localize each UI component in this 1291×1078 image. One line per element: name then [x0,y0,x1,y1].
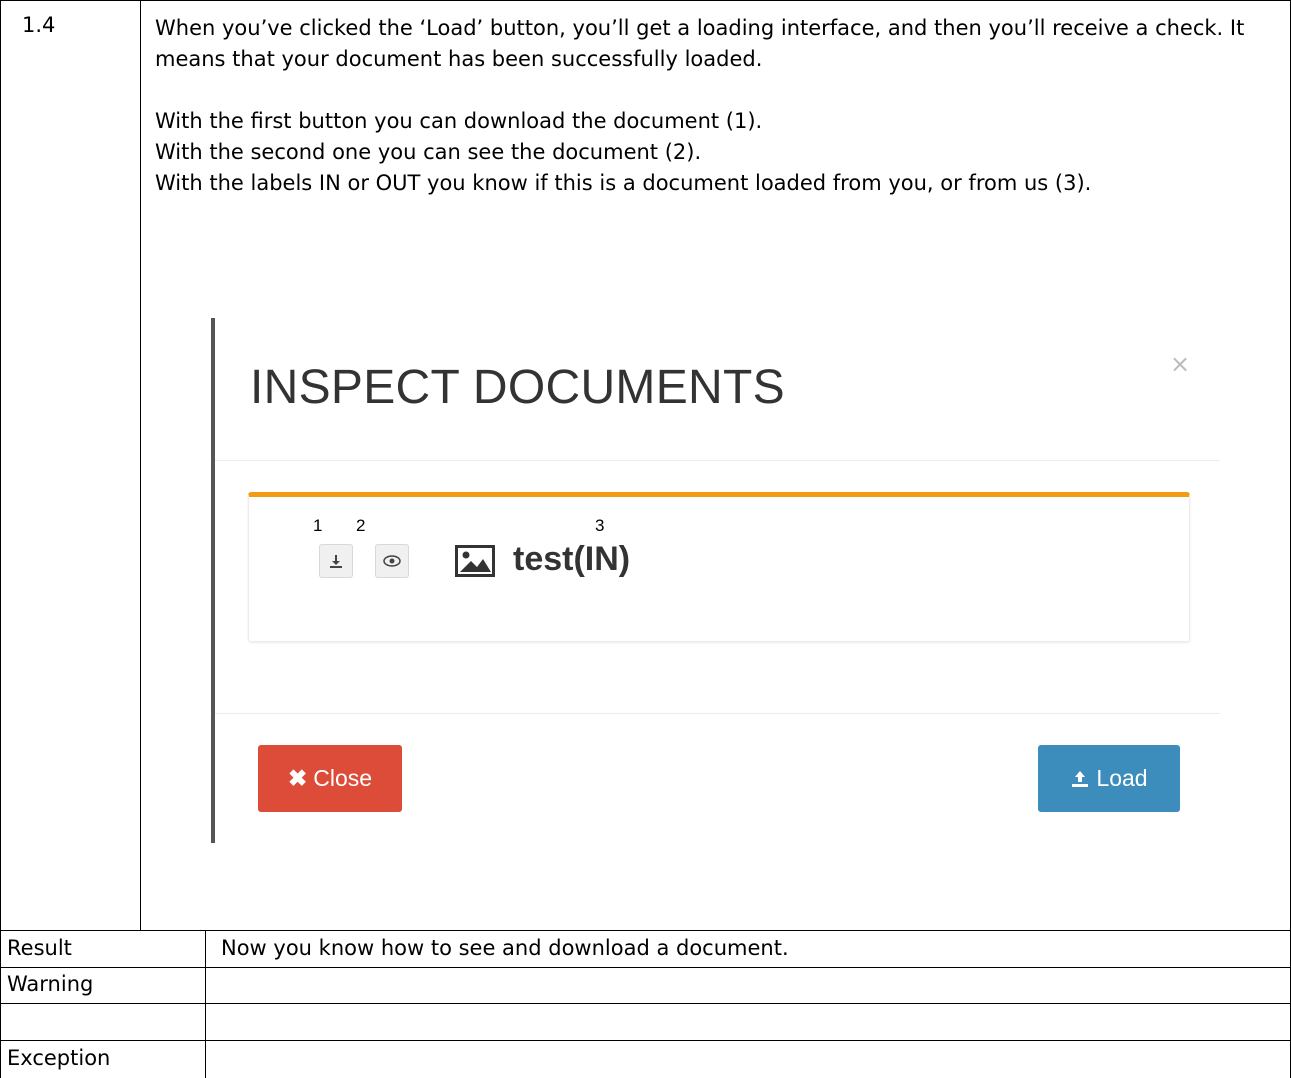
close-button-label: Close [313,765,373,791]
view-button[interactable] [375,544,409,578]
modal-close-x-icon[interactable]: × [1170,350,1190,378]
modal-header-divider [215,460,1220,461]
annotation-1: 1 [313,516,323,535]
modal-title: INSPECT DOCUMENTS [250,361,785,414]
image-icon [455,545,495,577]
result-row-bottom-border [0,967,1291,968]
table-top-border [0,0,1291,1]
table-left-border [0,0,1,1078]
step-line-3: With the labels IN or OUT you know if th… [155,171,1092,195]
step-description: When you’ve clicked the ‘Load’ button, y… [155,13,1280,199]
times-icon: ✖ [287,765,308,791]
result-value: Now you know how to see and download a d… [221,936,789,960]
step-column-divider [140,0,141,930]
modal-footer-divider [215,713,1220,714]
download-icon [330,555,342,568]
exception-label: Exception [7,1046,111,1070]
load-button-label: Load [1096,765,1148,791]
step-row-bottom-border [0,930,1291,931]
label-column-divider [205,930,206,1078]
annotation-3: 3 [595,516,605,535]
step-line-1: With the first button you can download t… [155,109,763,133]
document-name[interactable]: test(IN) [513,540,630,579]
warning-row-bottom-border [0,1003,1291,1004]
annotation-2: 2 [356,516,366,535]
eye-icon [383,555,401,567]
step-number: 1.4 [22,13,56,37]
download-button[interactable] [319,544,353,578]
exception-row-top-border [0,1040,1291,1041]
close-button[interactable]: ✖ Close [258,745,402,812]
screenshot-left-bar [211,318,215,843]
step-paragraph-1: When you’ve clicked the ‘Load’ button, y… [155,16,1245,71]
step-line-2: With the second one you can see the docu… [155,140,702,164]
warning-label: Warning [7,972,94,996]
load-button[interactable]: Load [1038,745,1180,812]
result-label: Result [7,936,72,960]
upload-icon [1072,770,1089,787]
